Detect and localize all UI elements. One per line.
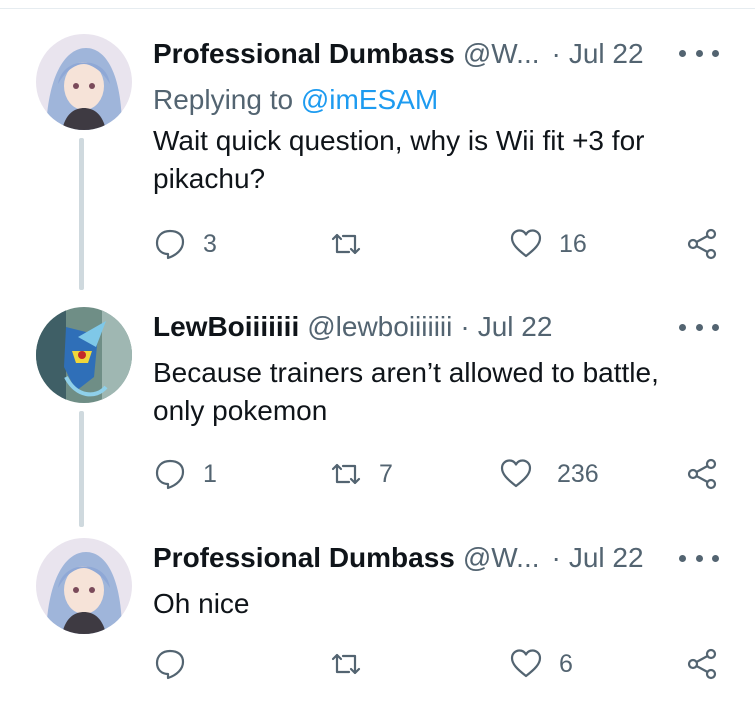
tweet-actions: 3 16	[153, 226, 723, 262]
tweet-text: Oh nice	[153, 588, 250, 619]
retweet-icon	[331, 653, 361, 675]
thread-connector-line	[79, 411, 84, 527]
tweet-text: Wait quick question, why is Wii fit +3 f…	[153, 125, 645, 194]
share-icon	[687, 458, 717, 490]
avatar-professional-dumbass[interactable]	[36, 34, 132, 130]
reply-count: 1	[203, 459, 217, 488]
like-button[interactable]: 6	[509, 646, 573, 682]
like-count: 236	[557, 459, 599, 488]
share-button[interactable]	[685, 226, 719, 262]
display-name[interactable]: Professional Dumbass	[153, 542, 455, 574]
thread-connector-line	[79, 138, 84, 290]
separator-dot: ·	[460, 311, 470, 342]
share-button[interactable]	[685, 456, 719, 492]
tweet-header: Professional Dumbass @W... · Jul 22	[153, 38, 644, 72]
more-options-icon[interactable]	[679, 320, 719, 334]
reply-icon	[155, 229, 185, 260]
retweet-icon	[331, 233, 361, 255]
like-count: 6	[559, 649, 573, 678]
replying-to-prefix: Replying to	[153, 84, 301, 115]
reply-icon	[155, 459, 185, 490]
heart-icon	[510, 229, 542, 258]
display-name[interactable]: Professional Dumbass	[153, 38, 455, 70]
replying-to: Replying to @imESAM	[153, 84, 438, 116]
user-handle[interactable]: @W...	[463, 38, 540, 70]
tweet-date[interactable]: Jul 22	[478, 311, 553, 343]
avatar-lewboiiiiiii[interactable]	[36, 307, 132, 403]
tweet-date[interactable]: Jul 22	[569, 542, 644, 574]
heart-icon	[500, 459, 532, 488]
tweet-actions: 6	[153, 646, 723, 682]
share-icon	[687, 228, 717, 260]
reply-button[interactable]: 3	[153, 226, 217, 262]
like-button[interactable]: 16	[509, 226, 587, 262]
user-handle[interactable]: @W...	[463, 542, 540, 574]
separator-dot: ·	[551, 542, 561, 573]
tweet-text: Because trainers aren’t allowed to battl…	[153, 357, 659, 426]
reply-button[interactable]	[153, 646, 203, 682]
share-icon	[687, 648, 717, 680]
more-options-icon[interactable]	[679, 46, 719, 60]
user-handle[interactable]: @lewboiiiiiii	[307, 311, 452, 343]
tweet-date[interactable]: Jul 22	[569, 38, 644, 70]
tweet-header: LewBoiiiiiii @lewboiiiiiii · Jul 22	[153, 311, 552, 345]
tweet-actions: 1 7 236	[153, 456, 723, 492]
avatar-professional-dumbass[interactable]	[36, 538, 132, 634]
more-options-icon[interactable]	[679, 551, 719, 565]
reply-button[interactable]: 1	[153, 456, 217, 492]
reply-icon	[155, 649, 185, 680]
like-button[interactable]: 236	[499, 456, 599, 492]
like-count: 16	[559, 229, 587, 258]
retweet-button[interactable]	[329, 226, 379, 262]
share-button[interactable]	[685, 646, 719, 682]
top-divider	[0, 8, 755, 9]
mention-link[interactable]: @imESAM	[301, 84, 438, 115]
separator-dot: ·	[551, 38, 561, 69]
retweet-icon	[331, 463, 361, 485]
retweet-count: 7	[379, 459, 393, 488]
retweet-button[interactable]	[329, 646, 379, 682]
display-name[interactable]: LewBoiiiiiii	[153, 311, 299, 343]
retweet-button[interactable]: 7	[329, 456, 393, 492]
reply-count: 3	[203, 229, 217, 258]
heart-icon	[510, 649, 542, 678]
tweet-header: Professional Dumbass @W... · Jul 22	[153, 542, 644, 576]
